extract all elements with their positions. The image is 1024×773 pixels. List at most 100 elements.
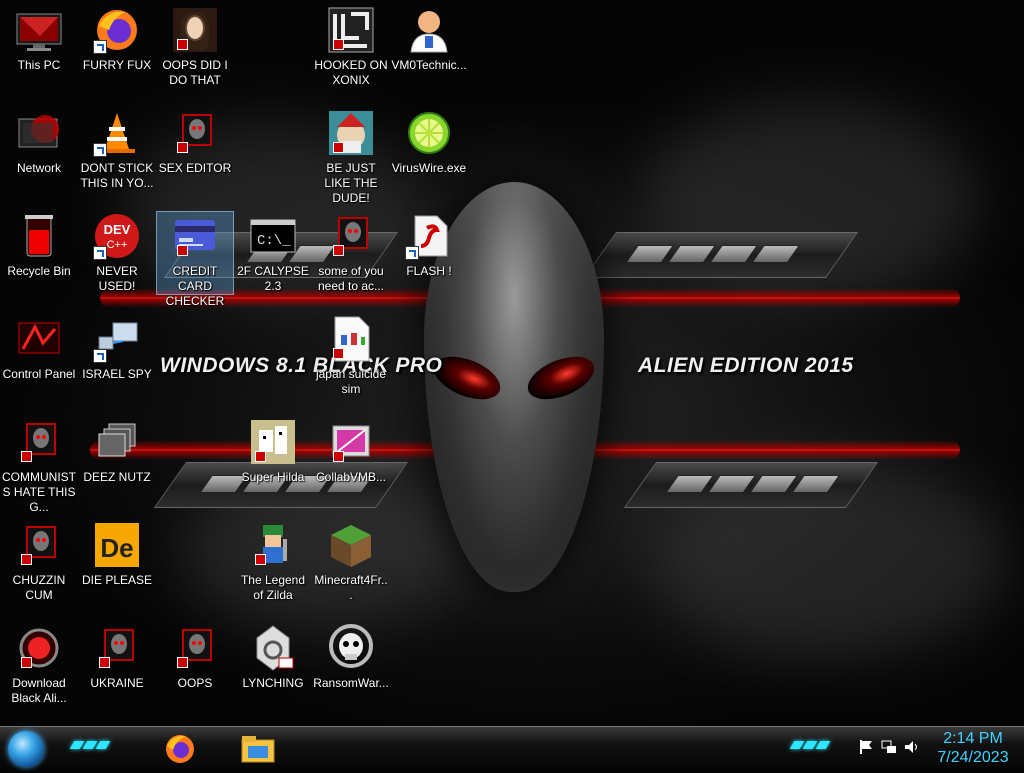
desktop-icon-network[interactable]: Network: [1, 103, 77, 176]
desktop-icon-communists[interactable]: COMMUNISTS HATE THIS G...: [1, 412, 77, 515]
desktop-icon-label: some of you need to ac...: [317, 264, 385, 293]
desktop-icon-some-of-you[interactable]: some of you need to ac...: [313, 206, 389, 294]
alien-head-icon: [171, 624, 219, 672]
taskbar: 2:14 PM 7/24/2023: [0, 726, 1024, 769]
firefox-taskbar-icon: [166, 735, 194, 763]
desktop-icon-hooked-on-xonix[interactable]: HOOKED ON XONIX: [313, 0, 389, 88]
file-explorer-taskbar-button[interactable]: [238, 730, 278, 768]
firefox-icon: [93, 6, 141, 54]
desktop-icon-die-please[interactable]: De DIE PLEASE: [79, 515, 155, 588]
desktop-icon-super-hilda[interactable]: Super Hilda: [235, 412, 311, 485]
desktop-icon-flash[interactable]: FLASH !: [391, 206, 467, 279]
svg-text:C++: C++: [107, 239, 128, 251]
desktop-icon-oops-did-i[interactable]: OOPS DID I DO THAT: [157, 0, 233, 88]
windows-stack-icon: [93, 418, 141, 466]
doctor-icon: [405, 6, 453, 54]
desktop-icon-label: BE JUST LIKE THE DUDE!: [324, 161, 378, 205]
clock-time: 2:14 PM: [943, 730, 1003, 747]
volume-icon[interactable]: [904, 739, 920, 755]
network-icon: [15, 109, 63, 157]
desktop-icon-label: CHUZZIN CUM: [12, 573, 66, 602]
this-pc-icon: [15, 6, 63, 54]
flag-icon[interactable]: [858, 739, 874, 755]
desktop-icon-vm0technic[interactable]: VM0Technic...: [391, 0, 467, 73]
desktop-icon-label: SEX EDITOR: [158, 161, 232, 175]
desktop[interactable]: WINDOWS 8.1 BLACK PRO ALIEN EDITION 2015…: [0, 0, 1024, 726]
desktop-icon-control-panel[interactable]: Control Panel: [1, 309, 77, 382]
desktop-icon-label: 2F CALYPSE 2.3: [237, 264, 309, 293]
credit-card-icon: [171, 212, 219, 260]
desktop-icon-ransomware[interactable]: RansomWar...: [313, 618, 389, 691]
svg-text:C:\_: C:\_: [257, 233, 291, 249]
desktop-icon-label: OOPS DID I DO THAT: [162, 58, 228, 87]
file-explorer-taskbar-icon: [241, 736, 275, 763]
portrait-icon: [171, 6, 219, 54]
network-tray-icon[interactable]: [881, 739, 897, 755]
desktop-icon-label: DIE PLEASE: [81, 573, 153, 587]
desktop-icon-label: Network: [16, 161, 61, 175]
start-button[interactable]: [8, 731, 44, 767]
banner-right: ALIEN EDITION 2015: [638, 354, 854, 377]
alien-orb-icon: [15, 624, 63, 672]
desktop-icon-legend-of-zilda[interactable]: The Legend of Zilda: [235, 515, 311, 603]
alien-head-icon: [171, 109, 219, 157]
minecraft-icon: [327, 521, 375, 569]
elf-game-icon: [327, 109, 375, 157]
desktop-icon-label: CREDIT CARD CHECKER: [165, 264, 225, 308]
desktop-icon-label: VirusWire.exe: [391, 161, 467, 175]
svg-text:DEV: DEV: [104, 222, 131, 237]
pixel-dog-icon: [249, 418, 297, 466]
desktop-icon-deez-nutz[interactable]: DEEZ NUTZ: [79, 412, 155, 485]
desktop-icon-label: FURRY FUX: [82, 58, 152, 72]
desktop-icon-viruswire[interactable]: VirusWire.exe: [391, 103, 467, 176]
desktop-icon-dont-stick[interactable]: DONT STICK THIS IN YO...: [79, 103, 155, 191]
firefox-taskbar-button[interactable]: [160, 730, 200, 768]
desktop-icon-ukraine[interactable]: UKRAINE: [79, 618, 155, 691]
die-icon: De: [93, 521, 141, 569]
desktop-icon-recycle-bin[interactable]: Recycle Bin: [1, 206, 77, 279]
taskbar-decoration-right: [789, 741, 831, 751]
maze-icon: [327, 6, 375, 54]
desktop-icon-calypse[interactable]: C:\_ 2F CALYPSE 2.3: [235, 206, 311, 294]
desktop-icon-label: japan suicide sim: [315, 367, 387, 396]
desktop-icon-japan-suicide-sim[interactable]: japan suicide sim: [313, 309, 389, 397]
taskbar-clock[interactable]: 2:14 PM 7/24/2023: [928, 729, 1018, 767]
desktop-icon-this-pc[interactable]: This PC: [1, 0, 77, 73]
desktop-icon-label: CollabVMB...: [315, 470, 387, 484]
desktop-icon-furry-fux[interactable]: FURRY FUX: [79, 0, 155, 73]
terminal-icon: C:\_: [249, 212, 297, 260]
desktop-icon-label: Download Black Ali...: [11, 676, 67, 705]
desktop-icon-label: OOPS: [177, 676, 213, 690]
network-devices-icon: [93, 315, 141, 363]
desktop-icon-minecraft[interactable]: Minecraft4Fr...: [313, 515, 389, 603]
desktop-icon-never-used[interactable]: DEV C++ NEVER USED!: [79, 206, 155, 294]
desktop-icon-label: Control Panel: [2, 367, 76, 381]
noose-icon: [249, 624, 297, 672]
desktop-icon-label: NEVER USED!: [96, 264, 138, 293]
desktop-icon-credit-card-checker[interactable]: CREDIT CARD CHECKER: [156, 211, 234, 308]
desktop-icon-label: FLASH !: [406, 264, 452, 278]
desktop-icon-label: ISRAEL SPY: [82, 367, 152, 381]
desktop-icon-download-black-alien[interactable]: Download Black Ali...: [1, 618, 77, 706]
alien-head-icon: [327, 212, 375, 260]
desktop-icon-label: RansomWar...: [313, 676, 389, 690]
desktop-icon-collabvm[interactable]: CollabVMB...: [313, 412, 389, 485]
dev-cpp-icon: DEV C++: [93, 212, 141, 260]
control-panel-icon: [15, 315, 63, 363]
desktop-icon-label: LYNCHING: [242, 676, 304, 690]
desktop-icon-label: The Legend of Zilda: [240, 573, 306, 602]
desktop-icon-label: VM0Technic...: [391, 58, 467, 72]
desktop-icon-sex-editor[interactable]: SEX EDITOR: [157, 103, 233, 176]
desktop-icon-label: Minecraft4Fr...: [314, 573, 388, 602]
flash-file-icon: [405, 212, 453, 260]
desktop-icon-chuzzin[interactable]: CHUZZIN CUM: [1, 515, 77, 603]
alien-head-icon: [93, 624, 141, 672]
desktop-icon-oops[interactable]: OOPS: [157, 618, 233, 691]
desktop-icon-label: This PC: [17, 58, 61, 72]
desktop-icon-israel-spy[interactable]: ISRAEL SPY: [79, 309, 155, 382]
desktop-icon-be-just-like-the-dude[interactable]: BE JUST LIKE THE DUDE!: [313, 103, 389, 206]
zelda-icon: [249, 521, 297, 569]
banner-left: WINDOWS 8.1 BLACK PRO: [160, 354, 443, 377]
taskbar-decoration-left: [69, 741, 111, 751]
desktop-icon-lynching[interactable]: LYNCHING: [235, 618, 311, 691]
